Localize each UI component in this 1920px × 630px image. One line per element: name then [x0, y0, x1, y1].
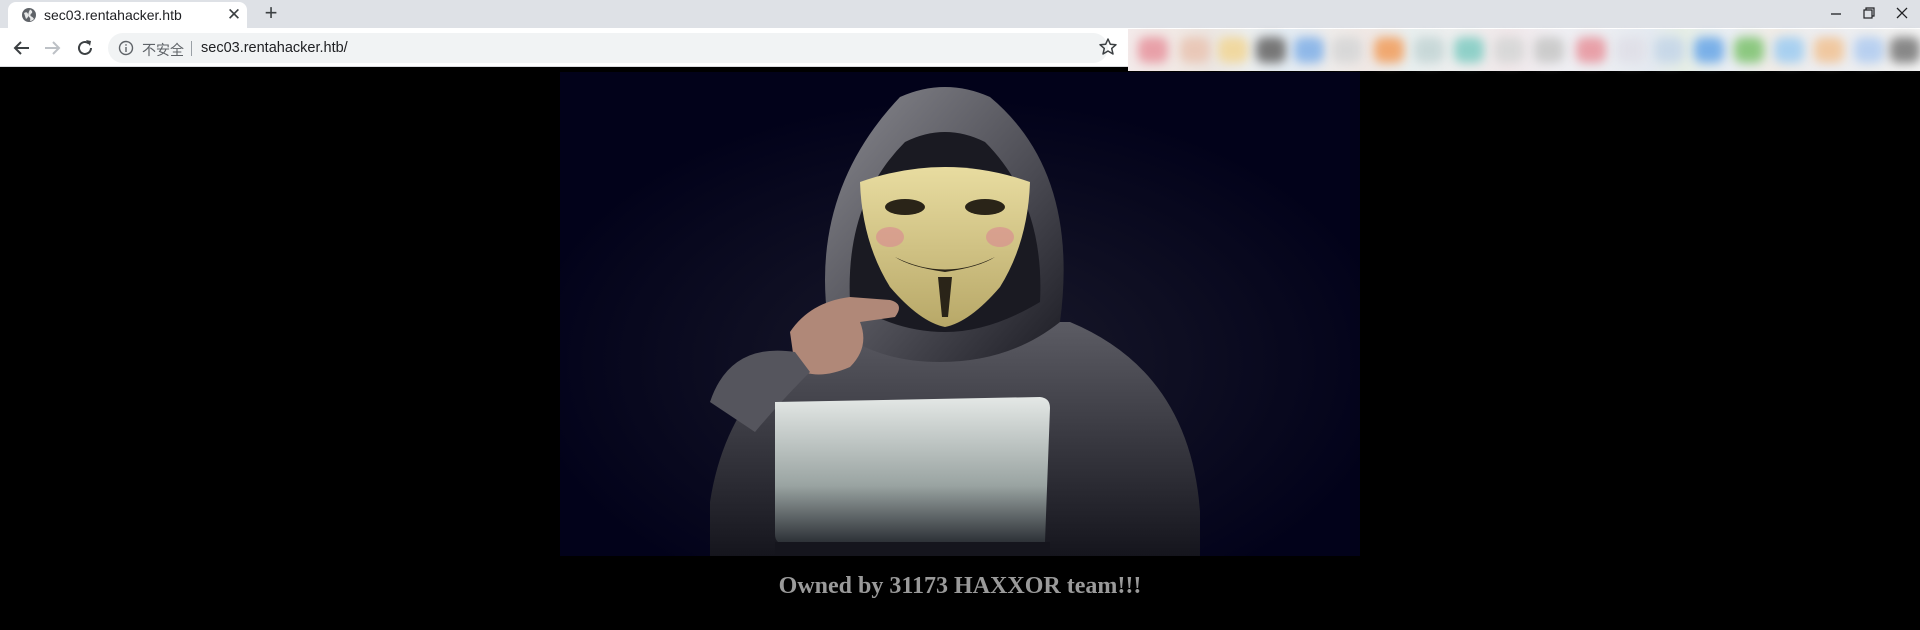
forward-arrow-icon[interactable] — [41, 36, 65, 60]
tab-strip: sec03.rentahacker.htb ✕ + — [0, 0, 1920, 28]
back-arrow-icon[interactable] — [9, 36, 33, 60]
address-bar[interactable]: 不安全 sec03.rentahacker.htb/ — [108, 33, 1108, 63]
owned-caption: Owned by 31173 HAXXOR team!!! — [778, 573, 1142, 599]
hacker-illustration — [560, 72, 1360, 556]
address-divider — [191, 41, 192, 56]
security-label[interactable]: 不安全 — [142, 40, 184, 60]
tab-title: sec03.rentahacker.htb — [44, 7, 182, 23]
window-close-icon[interactable] — [1890, 2, 1914, 24]
reload-icon[interactable] — [73, 36, 97, 60]
browser-tab[interactable]: sec03.rentahacker.htb ✕ — [8, 2, 247, 28]
info-icon[interactable] — [118, 40, 134, 56]
globe-icon — [22, 8, 36, 22]
restore-icon[interactable] — [1857, 2, 1881, 24]
bookmarks-bar-blurred — [1128, 29, 1920, 71]
hero-image — [560, 72, 1360, 556]
minimize-icon[interactable] — [1824, 2, 1848, 24]
url-text[interactable]: sec03.rentahacker.htb/ — [201, 40, 348, 56]
bookmark-star-icon[interactable] — [1097, 36, 1119, 58]
new-tab-button[interactable]: + — [259, 2, 283, 26]
tab-close-icon[interactable]: ✕ — [224, 5, 244, 25]
